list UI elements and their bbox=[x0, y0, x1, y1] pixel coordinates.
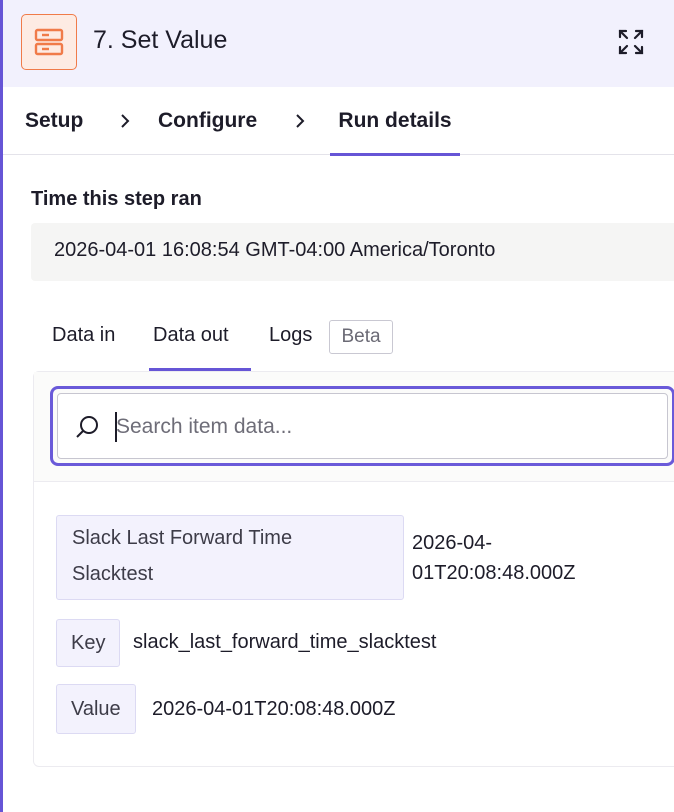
search-input[interactable] bbox=[116, 404, 656, 450]
expand-icon[interactable] bbox=[615, 26, 647, 58]
item-title-value-line1: 2026-04- bbox=[412, 532, 493, 554]
tab-data-in[interactable]: Data in bbox=[52, 318, 115, 370]
step-panel: 7. Set Value Setup Configure Run details… bbox=[0, 0, 674, 812]
step-title: 7. Set Value bbox=[93, 26, 228, 54]
step-tabs: Setup Configure Run details bbox=[3, 87, 674, 156]
tab-logs[interactable]: Logs bbox=[269, 318, 312, 370]
tab-run-details[interactable]: Run details bbox=[330, 87, 460, 156]
time-label: Time this step ran bbox=[31, 188, 202, 210]
beta-badge: Beta bbox=[329, 320, 393, 354]
value-chip: Value bbox=[56, 684, 136, 734]
key-value: slack_last_forward_time_slacktest bbox=[133, 631, 437, 653]
search-area bbox=[34, 372, 674, 482]
tab-setup[interactable]: Setup bbox=[25, 87, 83, 155]
step-header: 7. Set Value bbox=[3, 0, 674, 87]
tab-configure[interactable]: Configure bbox=[158, 87, 257, 155]
storage-icon bbox=[21, 14, 77, 70]
search-focus-ring bbox=[50, 386, 674, 466]
item-title-value-line2: 01T20:08:48.000Z bbox=[412, 562, 576, 584]
item-title-chip: Slack Last Forward Time Slacktest bbox=[56, 515, 404, 600]
chevron-right-icon bbox=[292, 109, 308, 133]
chevron-right-icon bbox=[117, 109, 133, 133]
search-icon bbox=[76, 416, 98, 438]
time-box: 2026-04-01 16:08:54 GMT-04:00 America/To… bbox=[31, 223, 674, 281]
search-box[interactable] bbox=[57, 393, 668, 459]
value-value: 2026-04-01T20:08:48.000Z bbox=[152, 698, 396, 720]
tab-data-out[interactable]: Data out bbox=[153, 318, 229, 370]
data-out-card: Slack Last Forward Time Slacktest 2026-0… bbox=[33, 371, 674, 767]
time-value: 2026-04-01 16:08:54 GMT-04:00 America/To… bbox=[54, 239, 496, 261]
item-title-value: 2026-04- 01T20:08:48.000Z bbox=[412, 526, 575, 590]
key-chip: Key bbox=[56, 619, 121, 667]
item-title-line1: Slack Last Forward Time bbox=[72, 527, 293, 549]
item-title-line2: Slacktest bbox=[72, 563, 154, 585]
